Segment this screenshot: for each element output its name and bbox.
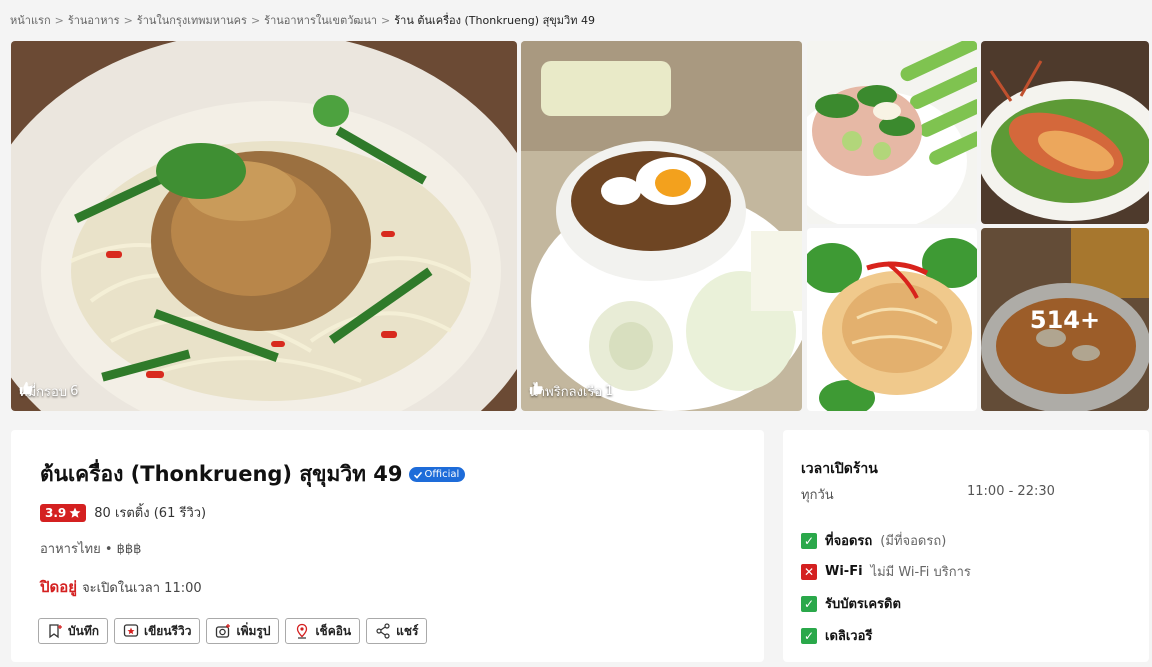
- fourth-photo[interactable]: [981, 41, 1149, 224]
- chili-dip-dish-image: [521, 41, 802, 411]
- more-photos-count: 514+: [981, 228, 1149, 411]
- official-label: Official: [424, 469, 460, 480]
- main-photo[interactable]: หมี่กรอบ 6: [11, 41, 517, 411]
- category-price: อาหารไทย • ฿฿฿: [40, 542, 142, 557]
- breadcrumb-separator: >: [54, 13, 64, 27]
- check-icon: [413, 471, 422, 479]
- jellyfish-salad-image: [807, 228, 977, 411]
- amenity-delivery-name: เดลิเวอรี: [825, 629, 873, 644]
- amenity-parking-note: (มีที่จอดรถ): [880, 534, 947, 549]
- camera-icon: [216, 624, 231, 638]
- location-pin-icon: [297, 623, 308, 639]
- check-in-button[interactable]: เช็คอิน: [285, 618, 361, 644]
- title-row: ต้นเครื่อง (Thonkrueng) สุขุมวิท 49 Offi…: [40, 458, 466, 491]
- review-icon: [123, 624, 139, 637]
- write-review-label: เขียนรีวิว: [144, 623, 192, 638]
- status-closed: ปิดอยู่: [40, 578, 78, 596]
- thumbs-up-icon: [19, 381, 33, 395]
- cross-icon: ✕: [801, 563, 817, 580]
- amenity-delivery: ✓ เดลิเวอรี: [801, 625, 872, 646]
- amenity-parking-name: ที่จอดรถ: [825, 534, 873, 549]
- restaurant-name: ต้นเครื่อง (Thonkrueng) สุขุมวิท 49: [40, 462, 403, 486]
- share-button[interactable]: แชร์: [366, 618, 428, 644]
- grilled-prawn-image: [981, 41, 1149, 224]
- action-buttons: บันทึก เขียนรีวิว เพิ่มรูป เช็คอิน แชร์: [38, 618, 428, 644]
- restaurant-info-card: ต้นเครื่อง (Thonkrueng) สุขุมวิท 49 Offi…: [11, 430, 764, 662]
- breadcrumb-separator: >: [381, 13, 391, 27]
- check-icon: ✓: [801, 627, 817, 644]
- breadcrumb-district[interactable]: ร้านอาหารในเขตวัฒนา: [264, 11, 377, 29]
- official-badge: Official: [408, 467, 466, 482]
- third-photo[interactable]: [807, 41, 977, 224]
- hours-amenities-card: เวลาเปิดร้าน ทุกวัน 11:00 - 22:30 ✓ ที่จ…: [783, 430, 1149, 662]
- status-note: จะเปิดในเวลา 11:00: [82, 581, 202, 596]
- hours-time: 11:00 - 22:30: [967, 484, 1055, 499]
- check-in-label: เช็คอิน: [315, 623, 352, 638]
- second-photo-likes: 1: [605, 384, 614, 399]
- more-photos[interactable]: 514+: [981, 228, 1149, 411]
- bookmark-icon: [49, 624, 62, 639]
- save-label: บันทึก: [68, 623, 99, 638]
- fifth-photo[interactable]: [807, 228, 977, 411]
- breadcrumb-separator: >: [250, 13, 261, 27]
- save-button[interactable]: บันทึก: [38, 618, 108, 644]
- hours-day: ทุกวัน: [801, 488, 834, 503]
- amenity-wifi-note: ไม่มี Wi-Fi บริการ: [870, 565, 971, 580]
- second-photo-caption: น้ำพริกลงเรือ 1: [529, 381, 613, 402]
- amenity-credit-card: ✓ รับบัตรเครดิต: [801, 593, 901, 614]
- seafood-salad-image: [807, 41, 977, 224]
- add-photo-button[interactable]: เพิ่มรูป: [206, 618, 280, 644]
- main-photo-likes: 6: [70, 384, 79, 399]
- opening-hours-title: เวลาเปิดร้าน: [801, 461, 878, 477]
- amenity-credit-card-name: รับบัตรเครดิต: [825, 597, 901, 612]
- breadcrumb-restaurants[interactable]: ร้านอาหาร: [68, 11, 120, 29]
- main-photo-caption: หมี่กรอบ 6: [19, 381, 78, 402]
- rating-row: 3.9 80 เรตติ้ง (61 รีวิว): [40, 502, 206, 523]
- star-icon: [69, 507, 81, 518]
- rating-count[interactable]: 80 เรตติ้ง (61 รีวิว): [94, 502, 206, 523]
- add-photo-label: เพิ่มรูป: [236, 623, 271, 638]
- second-photo[interactable]: น้ำพริกลงเรือ 1: [521, 41, 802, 411]
- rating-badge: 3.9: [40, 503, 87, 522]
- check-icon: ✓: [801, 532, 817, 549]
- breadcrumb: หน้าแรก > ร้านอาหาร > ร้านในกรุงเทพมหานค…: [10, 12, 595, 28]
- breadcrumb-bangkok[interactable]: ร้านในกรุงเทพมหานคร: [137, 11, 247, 29]
- thumbs-up-icon: [529, 381, 543, 395]
- rating-value: 3.9: [45, 505, 67, 520]
- amenity-wifi: ✕ Wi-Fi ไม่มี Wi-Fi บริการ: [801, 561, 971, 582]
- opening-hours-row: ทุกวัน 11:00 - 22:30: [801, 484, 1101, 505]
- amenity-wifi-name: Wi-Fi: [825, 564, 863, 579]
- noodle-dish-image: [11, 41, 517, 411]
- check-icon: ✓: [801, 595, 817, 612]
- share-icon: [376, 623, 390, 639]
- breadcrumb-separator: >: [123, 13, 133, 27]
- share-label: แชร์: [396, 623, 419, 638]
- amenity-parking: ✓ ที่จอดรถ (มีที่จอดรถ): [801, 530, 946, 551]
- write-review-button[interactable]: เขียนรีวิว: [114, 618, 201, 644]
- open-status: ปิดอยู่ จะเปิดในเวลา 11:00: [40, 575, 202, 599]
- breadcrumb-current: ร้าน ต้นเครื่อง (Thonkrueng) สุขุมวิท 49: [394, 14, 595, 27]
- breadcrumb-home[interactable]: หน้าแรก: [10, 11, 51, 29]
